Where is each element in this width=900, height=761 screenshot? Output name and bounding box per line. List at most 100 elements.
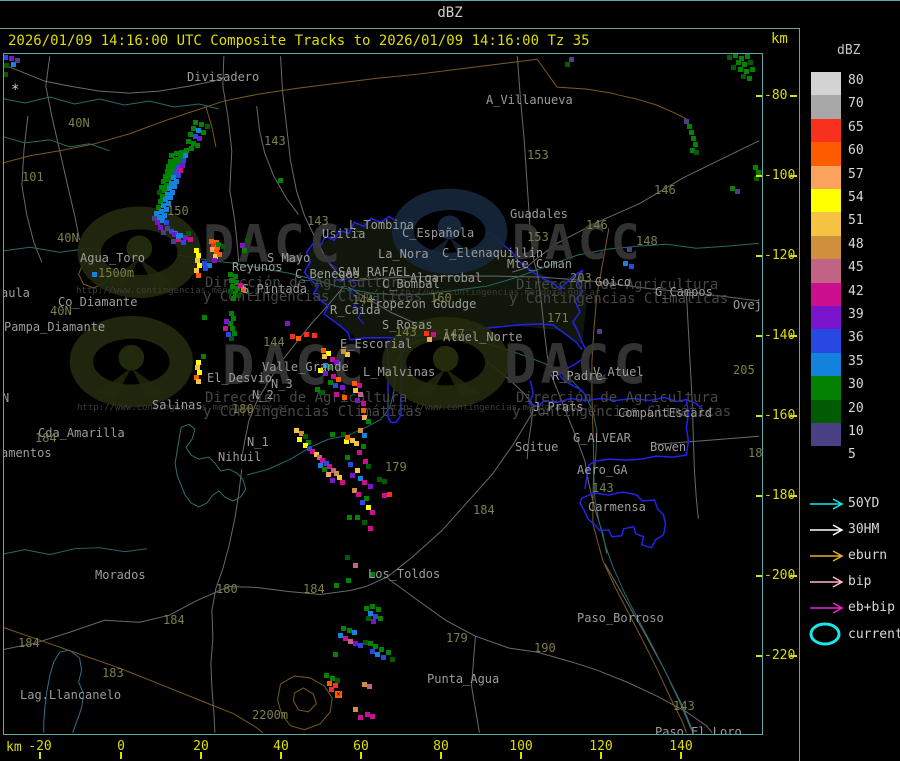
- map-label: 144: [352, 293, 374, 307]
- radar-cell: [623, 261, 628, 266]
- track-legend-label: eburn: [848, 548, 888, 563]
- km-unit-label-bottom: km: [6, 740, 22, 755]
- radar-cell: [358, 715, 363, 720]
- radar-cell: [361, 408, 366, 413]
- track-legend-label: 50YD: [848, 496, 880, 511]
- map-label: Morados: [95, 568, 146, 582]
- track-arrow-icon: [810, 550, 844, 562]
- x-axis-tick: [280, 752, 282, 759]
- track-arrow-icon: [810, 576, 844, 588]
- map-label: 40N: [57, 231, 79, 245]
- map-label: Divisadero: [187, 70, 260, 84]
- map-label: G_Campos: [655, 285, 713, 299]
- x-axis-tick: [39, 752, 41, 759]
- y-axis: -80 -100 -120 -140 -160 -180 -200 -220: [763, 53, 798, 735]
- radar-cell: [330, 478, 335, 483]
- radar-cell: [212, 258, 217, 263]
- radar-cell: [358, 392, 363, 397]
- radar-cell: [322, 354, 327, 359]
- radar-cell: [368, 526, 373, 531]
- map-label: 143: [395, 325, 417, 339]
- radar-cell: [223, 326, 228, 331]
- radar-cell: [362, 433, 367, 438]
- map-label: 179: [385, 460, 407, 474]
- radar-cell: [687, 124, 692, 129]
- radar-cell: [4, 63, 9, 68]
- radar-cell: [371, 619, 376, 624]
- map-label: CompantEscard: [618, 406, 712, 420]
- radar-cell: [350, 473, 355, 478]
- road-line: [228, 585, 351, 595]
- radar-cell: [226, 332, 231, 337]
- timestamp-header: 2026/01/09 14:16:00 UTC Composite Tracks…: [8, 33, 590, 49]
- radar-cell: [172, 184, 177, 189]
- x-axis-tick: [120, 752, 122, 759]
- radar-cell: [362, 520, 367, 525]
- map-label: N_3: [271, 377, 293, 391]
- map-label: 179: [446, 631, 468, 645]
- dbz-scale-value: 39: [848, 307, 864, 322]
- road-line: [21, 115, 43, 263]
- radar-cell: [303, 434, 308, 439]
- map-label: 153: [527, 230, 549, 244]
- dbz-scale-swatch: [811, 306, 841, 330]
- radar-cell: [345, 555, 350, 560]
- radar-cell: [745, 54, 750, 59]
- map-label: Bowen: [650, 440, 687, 454]
- radar-cell: [366, 464, 371, 469]
- y-axis-tick: [790, 575, 797, 577]
- map-label: Aero_GA: [577, 463, 628, 477]
- radar-cell: [741, 74, 746, 79]
- radar-cell: [224, 319, 229, 324]
- radar-cell: [360, 500, 365, 505]
- dbz-scale-swatch: [811, 165, 841, 189]
- dbz-scale-swatch: [811, 118, 841, 143]
- map-label: Mte_Coman: [507, 257, 573, 271]
- radar-cell: [196, 379, 201, 384]
- map-label: 184: [163, 613, 185, 627]
- km-unit-label-top: km: [771, 31, 788, 47]
- map-label: Nihuil: [218, 450, 262, 464]
- contour-line: [292, 687, 317, 713]
- radar-cell: [231, 296, 236, 301]
- dbz-scale-swatch: [811, 329, 841, 353]
- radar-cell: [312, 333, 317, 338]
- track-legend-label: eb+bip: [848, 600, 895, 615]
- radar-map[interactable]: DACC Dirección de Agricultura y Contingenc…: [4, 54, 762, 734]
- map-label: Valle_Grande: [262, 360, 349, 374]
- radar-map-panel[interactable]: DACC Dirección de Agricultura y Contingenc…: [3, 53, 763, 735]
- radar-cell: [352, 630, 357, 635]
- map-label: Goico: [595, 275, 632, 289]
- dbz-legend-panel: dBZ 80 70 65 60 57 54 51 48 45 42 39 36 35 30 20 10 5 50Y…: [799, 28, 900, 761]
- dbz-scale-swatch: [811, 399, 841, 423]
- dbz-scale-swatch: [811, 352, 841, 377]
- radar-cell: [354, 441, 359, 446]
- radar-cell: [427, 337, 432, 342]
- radar-cell: [304, 332, 309, 337]
- dbz-scale-swatch: [811, 212, 841, 236]
- radar-cell: [324, 673, 329, 678]
- map-label: Guadales: [510, 207, 568, 221]
- radar-cell: [382, 479, 387, 484]
- map-label: 184: [303, 582, 325, 596]
- radar-cell: [370, 604, 375, 609]
- radar-cell: [345, 455, 350, 460]
- radar-cell: [348, 462, 353, 467]
- radar-cell: [627, 247, 632, 252]
- radar-cell: [336, 377, 341, 382]
- radar-cell: [333, 383, 338, 388]
- map-label: 143: [592, 481, 614, 495]
- radar-cell: [327, 681, 332, 686]
- radar-cell: [341, 626, 346, 631]
- radar-cell: [161, 230, 166, 235]
- track-arrow-icon: [810, 524, 844, 536]
- map-label: C_Española: [402, 226, 475, 240]
- dbz-scale-value: 20: [848, 400, 864, 416]
- radar-cell: [381, 655, 386, 660]
- radar-cell: [738, 67, 743, 72]
- radar-app-window: { "title_bar": { "title": "dBZ" }, "head…: [0, 0, 900, 761]
- radar-cell: [285, 321, 290, 326]
- title-bar: dBZ: [0, 0, 900, 29]
- radar-cell: [353, 707, 358, 712]
- dbz-scale-value: 42: [848, 283, 864, 299]
